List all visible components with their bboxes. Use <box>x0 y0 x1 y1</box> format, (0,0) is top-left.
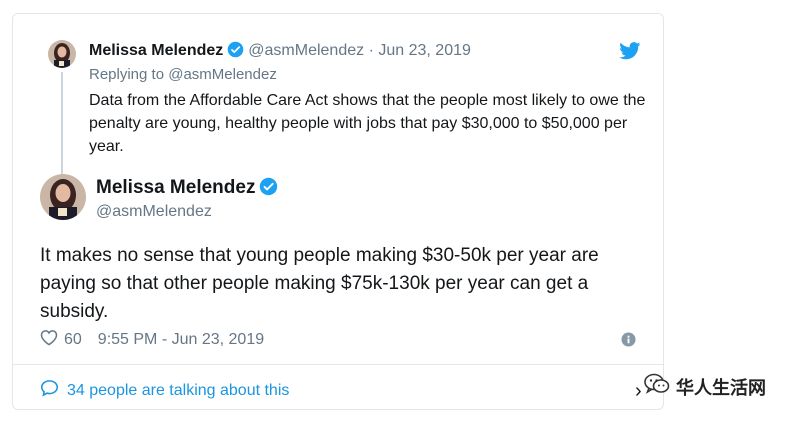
reply-tweet-text: Data from the Affordable Care Act shows … <box>89 92 646 155</box>
embedded-tweet-card: Melissa Melendez @asmMelendez · Jun 23, 2… <box>12 13 664 410</box>
reply-author-name[interactable]: Melissa Melendez <box>89 42 223 59</box>
separator-dot: · <box>368 42 374 59</box>
watermark-text: 华人生活网 <box>676 377 766 399</box>
like-count[interactable]: 60 <box>64 331 82 349</box>
tweet-timestamp[interactable]: 9:55 PM - Jun 23, 2019 <box>98 331 264 349</box>
thread-line <box>61 72 63 184</box>
footer-divider <box>13 364 663 365</box>
twitter-bird-icon[interactable] <box>619 42 641 65</box>
reply-date-link[interactable]: Jun 23, 2019 <box>378 42 471 59</box>
tweet-meta-row: 60 9:55 PM - Jun 23, 2019 <box>40 329 264 351</box>
verified-badge-icon <box>259 177 278 202</box>
comment-bubble-icon <box>40 379 59 402</box>
reply-avatar[interactable] <box>48 40 76 68</box>
reply-author-handle[interactable]: @asmMelendez <box>248 42 364 59</box>
reply-header: Melissa Melendez @asmMelendez · Jun 23, 2… <box>89 41 471 64</box>
info-icon[interactable] <box>621 332 636 352</box>
watermark: 华人生活网 <box>644 373 766 400</box>
replying-to-label: Replying to @asmMelendez <box>89 66 277 83</box>
chevron-right-icon[interactable]: › <box>635 380 642 403</box>
wechat-icon <box>644 373 670 400</box>
main-author-name[interactable]: Melissa Melendez <box>96 177 282 202</box>
heart-icon[interactable] <box>40 329 58 351</box>
talking-label[interactable]: 34 people are talking about this <box>67 382 289 400</box>
talking-link[interactable]: 34 people are talking about this <box>40 379 289 402</box>
main-author-name-text[interactable]: Melissa Melendez <box>96 177 255 198</box>
main-author-handle[interactable]: @asmMelendez <box>96 203 212 221</box>
main-avatar[interactable] <box>40 174 86 220</box>
verified-badge-icon <box>227 41 244 64</box>
main-tweet-text: It makes no sense that young people maki… <box>40 245 599 322</box>
